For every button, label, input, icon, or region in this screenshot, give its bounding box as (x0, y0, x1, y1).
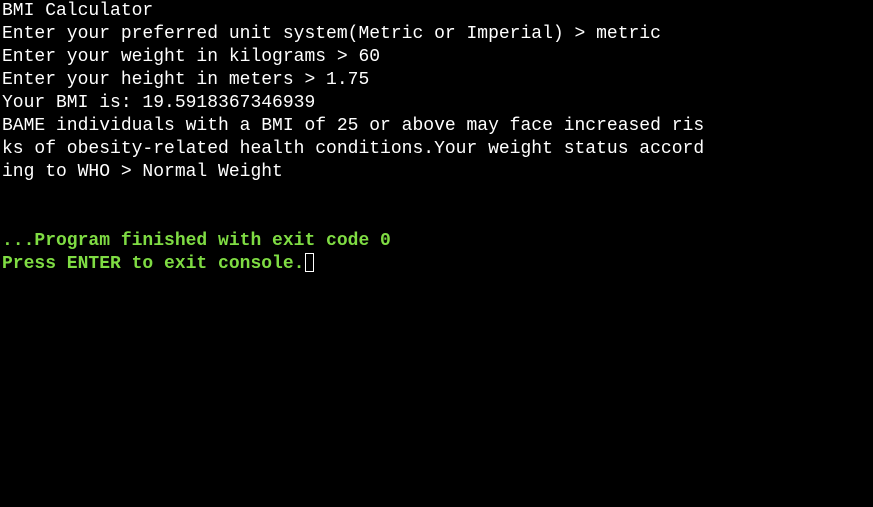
text-cursor[interactable] (305, 253, 315, 272)
console-line-title: BMI Calculator (2, 1, 154, 21)
console-line-weight-prompt: Enter your weight in kilograms > 60 (2, 47, 381, 67)
console-line-bmi-result: Your BMI is: 19.5918367346939 (2, 93, 316, 113)
exit-prompt-line: Press ENTER to exit console. (2, 253, 870, 276)
console-line-advice-1: BAME individuals with a BMI of 25 or abo… (2, 116, 705, 136)
console-line-height-prompt: Enter your height in meters > 1.75 (2, 70, 370, 90)
terminal-console[interactable]: BMI Calculator Enter your preferred unit… (2, 0, 870, 507)
console-line-unit-prompt: Enter your preferred unit system(Metric … (2, 24, 661, 44)
console-line-advice-3: ing to WHO > Normal Weight (2, 162, 283, 182)
exit-prompt-text: Press ENTER to exit console. (2, 254, 305, 274)
program-finished-message: ...Program finished with exit code 0 (2, 231, 391, 251)
console-line-advice-2: ks of obesity-related health conditions.… (2, 139, 705, 159)
